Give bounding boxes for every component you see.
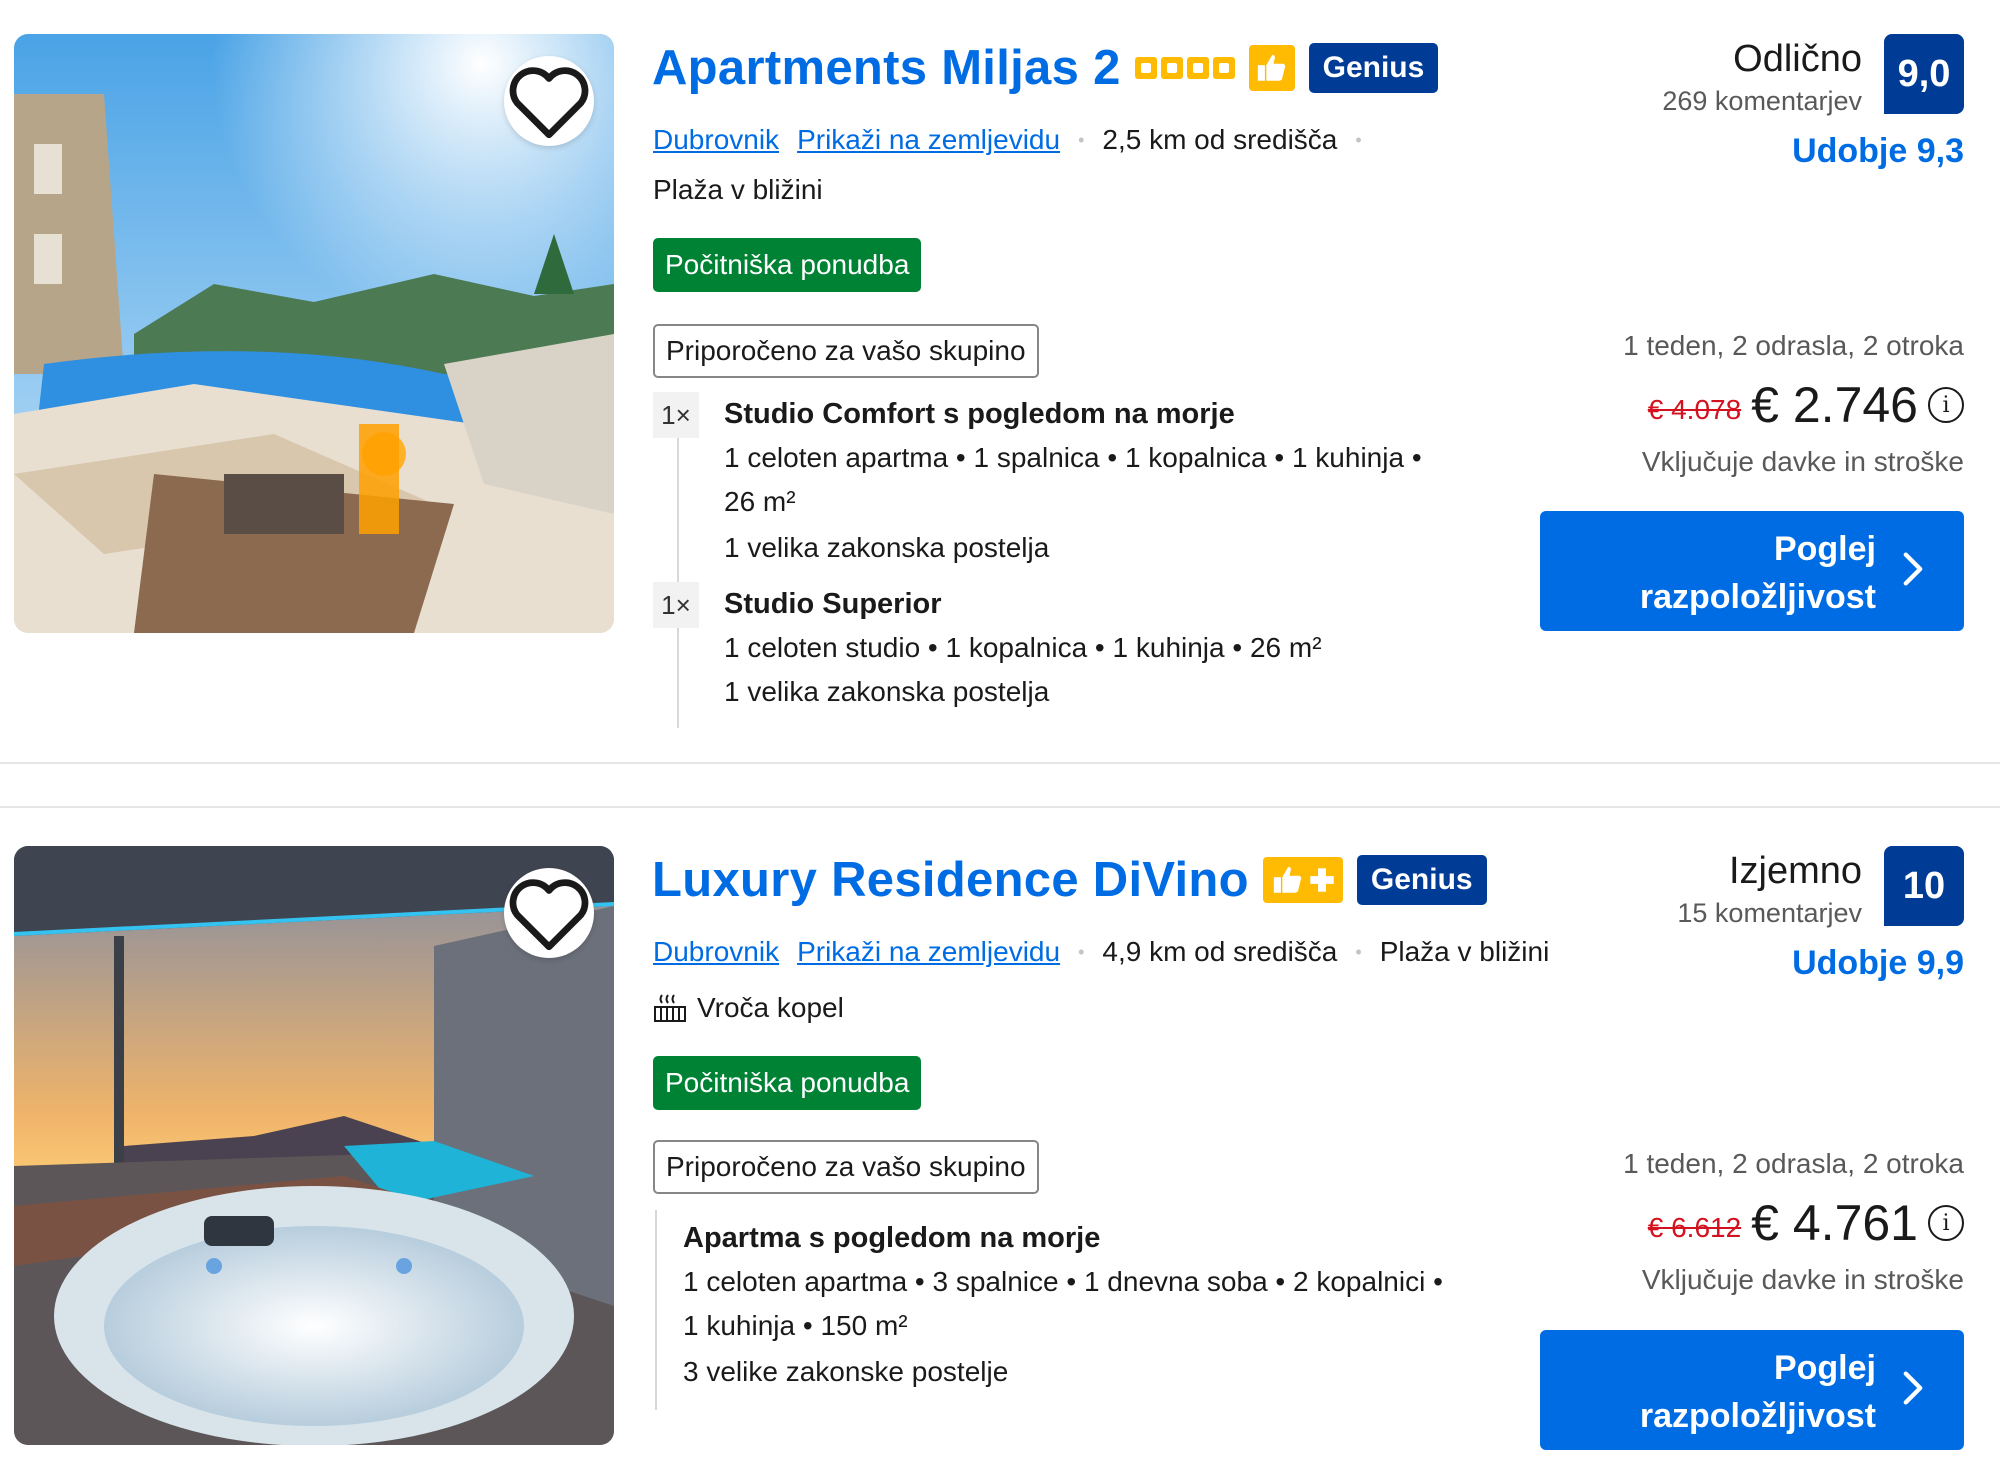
property-title[interactable]: Apartments Miljas 2 (652, 40, 1121, 96)
preferred-badge[interactable] (1248, 45, 1295, 91)
cta-line: razpoložljivost (1639, 1397, 1876, 1435)
amenity-row: Vroča kopel (653, 992, 844, 1024)
room-name: Apartma s pogledom na morje (683, 1222, 1101, 1254)
room-divider-line (655, 1210, 657, 1410)
show-on-map-link[interactable]: Prikaži na zemljevidu (797, 936, 1060, 968)
score-word: Izjemno (1728, 850, 1862, 892)
room-divider-line (677, 392, 679, 728)
cta-line: Poglej (1773, 530, 1876, 568)
genius-badge: Genius (1356, 855, 1487, 905)
room-details: 1 kuhinja • 150 m² (683, 1310, 908, 1341)
see-availability-button[interactable]: Poglej razpoložljivost (1540, 1330, 1964, 1450)
review-count: 15 komentarjev (1677, 898, 1862, 928)
original-price: € 6.612 (1647, 1212, 1742, 1243)
room-details: 1 celoten apartma • 3 spalnice • 1 dnevn… (683, 1266, 1443, 1297)
recommended-badge: Priporočeno za vašo skupino (653, 324, 1039, 378)
preferred-plus-badge[interactable] (1262, 857, 1343, 903)
location-row: Dubrovnik Prikaži na zemljevidu • 4,9 km… (653, 936, 1549, 968)
room-details: 26 m² (724, 486, 796, 517)
holiday-deal-badge: Počitniška ponudba (653, 238, 922, 292)
beach-text: Plaža v bližini (1379, 936, 1550, 967)
taxes-note: Vključuje davke in stroške (1641, 446, 1964, 477)
favorite-button[interactable] (504, 56, 594, 146)
current-price: € 2.746 (1751, 377, 1918, 433)
genius-badge: Genius (1308, 43, 1439, 93)
holiday-deal-badge: Počitniška ponudba (653, 1056, 922, 1110)
title-row: Luxury Residence DiVino Genius (652, 852, 1487, 908)
current-price: € 4.761 (1751, 1195, 1918, 1251)
review-score[interactable]: Odlično 269 komentarjev 9,0 (1544, 34, 1964, 124)
cta-label: Poglej razpoložljivost (1576, 525, 1876, 621)
city-link[interactable]: Dubrovnik (653, 124, 779, 156)
heart-icon (509, 879, 589, 951)
comfort-score: Udobje 9,9 (1792, 944, 1964, 982)
title-row: Apartments Miljas 2 Genius (652, 40, 1439, 96)
property-title[interactable]: Luxury Residence DiVino (652, 852, 1249, 908)
star-icon (1186, 57, 1209, 79)
amenity-text: Vroča kopel (697, 992, 844, 1023)
score-word: Odlično (1733, 38, 1862, 80)
hot-tub-icon (654, 994, 686, 1022)
room-name: Studio Superior (724, 588, 942, 620)
score-badge: 10 (1884, 846, 1964, 926)
original-price: € 4.078 (1647, 394, 1742, 425)
cta-label: Poglej razpoložljivost (1576, 1344, 1876, 1440)
plus-icon (1310, 868, 1334, 892)
stay-summary: 1 teden, 2 odrasla, 2 otroka (1623, 330, 1964, 361)
beach-text: Plaža v bližini (653, 174, 823, 205)
room-beds: 1 velika zakonska postelja (724, 532, 1050, 563)
review-count: 269 komentarjev (1662, 86, 1862, 116)
star-icon (1212, 57, 1235, 79)
stay-summary: 1 teden, 2 odrasla, 2 otroka (1623, 1148, 1964, 1179)
star-icon (1134, 57, 1157, 79)
property-card-1: Apartments Miljas 2 Genius Dubrovnik Pri… (0, 0, 2000, 762)
separator: • (1078, 941, 1085, 962)
chevron-right-icon (1903, 552, 1923, 586)
city-link[interactable]: Dubrovnik (653, 936, 779, 968)
beach-nearby: Plaža v bližini (653, 174, 823, 206)
score-badge: 9,0 (1884, 34, 1964, 114)
property-photo[interactable] (14, 846, 614, 1445)
favorite-button[interactable] (504, 868, 594, 958)
cta-line: Poglej (1773, 1349, 1876, 1387)
recommended-badge: Priporočeno za vašo skupino (653, 1140, 1039, 1194)
star-icon (1160, 57, 1183, 79)
separator: • (1355, 129, 1362, 150)
heart-icon (509, 67, 589, 139)
distance-text: 2,5 km od središča (1102, 124, 1338, 155)
price-row: € 4.078 € 2.746 i (1648, 376, 1964, 434)
room-details: 1 celoten apartma • 1 spalnica • 1 kopal… (724, 442, 1422, 473)
review-score[interactable]: Izjemno 15 komentarjev 10 (1544, 846, 1964, 936)
info-icon[interactable]: i (1928, 1205, 1964, 1241)
property-photo[interactable] (14, 34, 614, 633)
separator: • (1355, 941, 1362, 962)
info-icon[interactable]: i (1928, 387, 1964, 423)
thumbs-up-icon (1257, 54, 1285, 81)
distance-text: 4,9 km od središča (1102, 936, 1338, 967)
separator: • (1078, 129, 1085, 150)
property-card-2: Luxury Residence DiVino Genius Dubrovnik… (0, 806, 2000, 1465)
taxes-note: Vključuje davke in stroške (1641, 1264, 1964, 1295)
room-quantity: 1× (653, 582, 699, 628)
comfort-score: Udobje 9,3 (1792, 132, 1964, 170)
room-name: Studio Comfort s pogledom na morje (724, 398, 1235, 430)
card-divider (0, 762, 2000, 764)
chevron-right-icon (1903, 1371, 1923, 1405)
room-beds: 3 velike zakonske postelje (683, 1356, 1009, 1387)
cta-line: razpoložljivost (1639, 578, 1876, 616)
see-availability-button[interactable]: Poglej razpoložljivost (1540, 511, 1964, 631)
room-quantity: 1× (653, 392, 699, 438)
star-rating (1134, 57, 1235, 79)
room-beds: 1 velika zakonska postelja (724, 676, 1050, 707)
show-on-map-link[interactable]: Prikaži na zemljevidu (797, 124, 1060, 156)
room-details: 1 celoten studio • 1 kopalnica • 1 kuhin… (724, 632, 1322, 663)
thumbs-up-icon (1273, 866, 1302, 893)
location-row: Dubrovnik Prikaži na zemljevidu • 2,5 km… (653, 124, 1362, 156)
price-row: € 6.612 € 4.761 i (1648, 1194, 1964, 1252)
